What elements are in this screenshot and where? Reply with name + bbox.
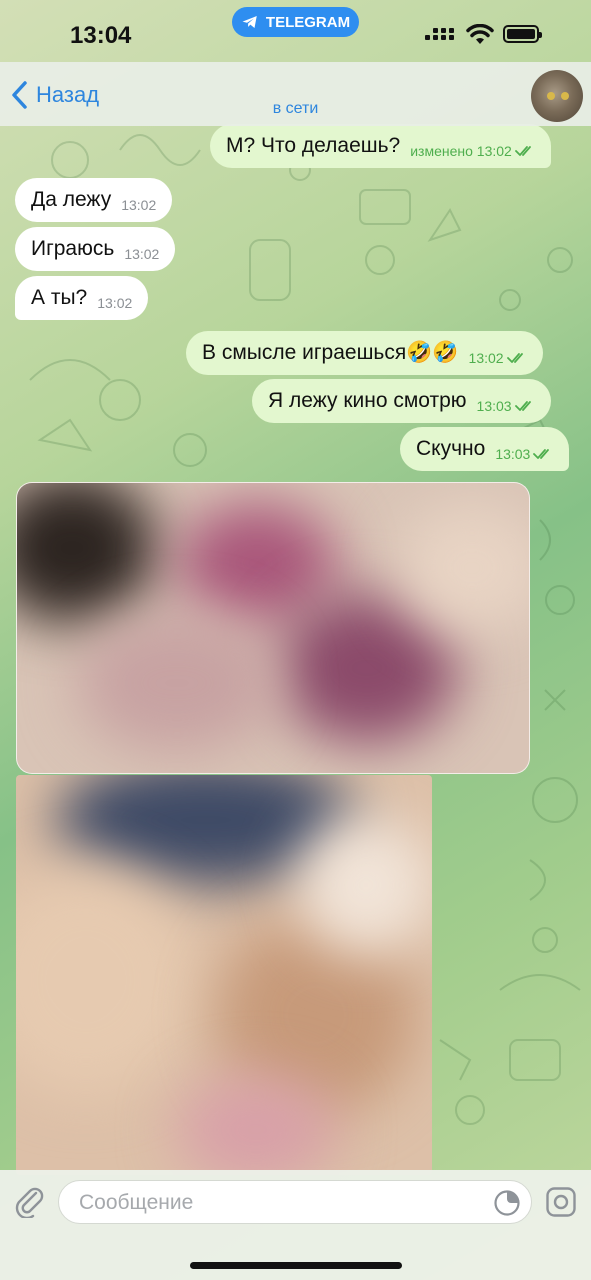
blurred-photo[interactable] <box>16 775 432 1175</box>
message-text: В смысле играешься🤣🤣 <box>202 341 459 364</box>
chat-header: Назад в сети <box>0 62 591 126</box>
photo-blur-region <box>296 815 432 955</box>
avatar-eye <box>547 92 555 100</box>
photo-blur-region <box>77 613 277 753</box>
photo-blur-region <box>17 483 157 623</box>
message-bubble-outgoing[interactable]: В смысле играешься🤣🤣 13:02 <box>186 331 543 375</box>
telegram-icon <box>242 16 257 28</box>
message-time: 13:03 <box>477 398 535 414</box>
message-text: М? Что делаешь? <box>226 134 401 157</box>
message-bubble-incoming[interactable]: Да лежу 13:02 <box>15 178 173 222</box>
read-checkmarks-icon <box>514 401 531 411</box>
read-checkmarks-icon <box>533 449 550 459</box>
message-bubble-outgoing[interactable]: Я лежу кино смотрю 13:03 <box>252 379 551 423</box>
photo-blur-region <box>177 503 337 623</box>
contact-status: в сети <box>272 100 319 117</box>
sticker-icon[interactable] <box>493 1189 521 1217</box>
status-time: 13:04 <box>70 22 132 49</box>
battery-icon <box>503 25 542 43</box>
message-input[interactable] <box>77 1190 481 1216</box>
home-indicator <box>190 1262 402 1269</box>
message-time: 13:03 <box>495 446 553 462</box>
blurred-photo[interactable] <box>16 482 530 774</box>
read-checkmarks-icon <box>506 353 523 363</box>
message-timestamp: 13:03 <box>476 398 512 414</box>
avatar-eye <box>561 92 569 100</box>
signal-icon <box>425 28 454 40</box>
read-checkmarks-icon <box>514 146 531 156</box>
message-bubble-outgoing[interactable]: Скучно 13:03 <box>400 427 570 471</box>
message-timestamp: 13:02 <box>97 295 133 311</box>
message-timestamp: 13:02 <box>124 246 160 262</box>
status-bar: 13:04 TELEGRAM <box>0 0 591 70</box>
message-text: Я лежу кино смотрю <box>268 389 467 412</box>
avatar[interactable] <box>531 70 583 122</box>
message-text: Играюсь <box>31 237 115 260</box>
telegram-pill[interactable]: TELEGRAM <box>232 7 359 37</box>
message-time: 13:02 <box>469 350 527 366</box>
message-timestamp: изменено 13:02 <box>410 143 512 159</box>
message-text: А ты? <box>31 286 88 309</box>
camera-icon[interactable] <box>545 1186 577 1218</box>
message-composer <box>0 1170 591 1280</box>
message-timestamp: 13:03 <box>495 446 531 462</box>
message-text: Да лежу <box>31 188 112 211</box>
message-timestamp: 13:02 <box>468 350 504 366</box>
message-bubble-outgoing[interactable]: М? Что делаешь? изменено 13:02 <box>210 124 551 168</box>
photo-blur-region <box>176 1075 336 1175</box>
attach-icon[interactable] <box>12 1184 46 1218</box>
telegram-pill-label: TELEGRAM <box>265 13 351 31</box>
photo-blur-region <box>16 865 196 1095</box>
wifi-icon <box>466 24 494 44</box>
message-bubble-incoming[interactable]: А ты? 13:02 <box>15 276 149 320</box>
message-input-container <box>58 1180 532 1224</box>
message-text: Скучно <box>416 437 486 460</box>
message-bubble-incoming[interactable]: Играюсь 13:02 <box>15 227 176 271</box>
message-timestamp: 13:02 <box>121 197 157 213</box>
message-time: изменено 13:02 <box>410 143 535 159</box>
